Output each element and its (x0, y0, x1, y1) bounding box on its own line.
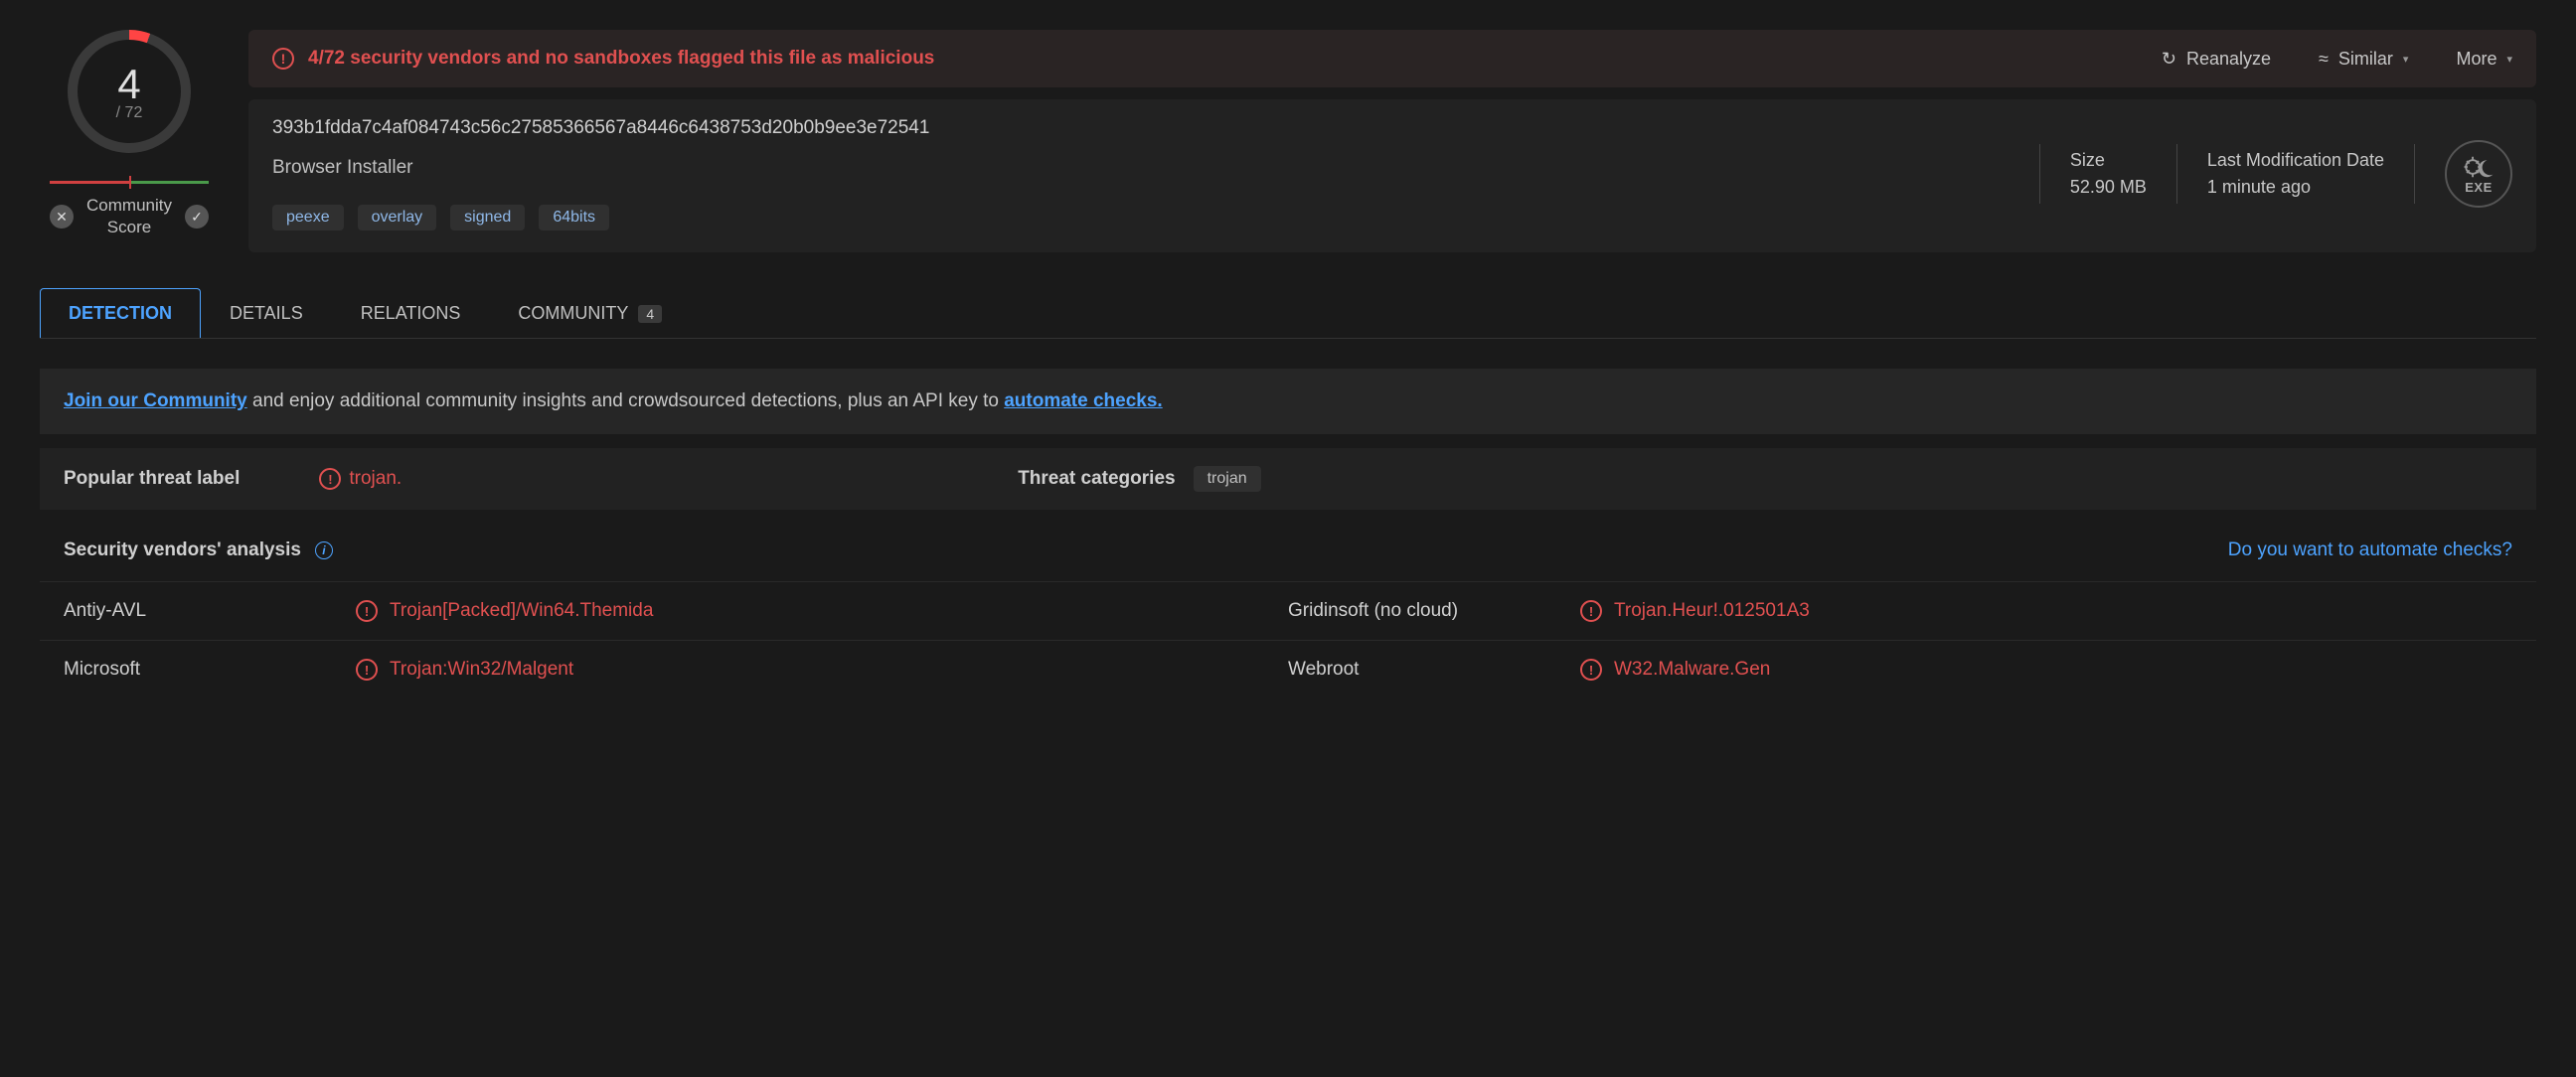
popular-threat-label: Popular threat label (64, 468, 240, 490)
modification-value: 1 minute ago (2207, 177, 2384, 198)
vendor-row: Microsoft !Trojan:Win32/Malgent Webroot … (40, 640, 2536, 698)
detection-name: Trojan:Win32/Malgent (390, 659, 573, 681)
chevron-down-icon: ▾ (2506, 53, 2512, 66)
tab-community[interactable]: COMMUNITY 4 (489, 288, 691, 338)
score-chart: 4 / 72 (68, 30, 191, 153)
alert-icon: ! (356, 659, 378, 681)
reanalyze-button[interactable]: ↻ Reanalyze (2162, 49, 2271, 70)
community-score-label: CommunityScore (86, 195, 172, 238)
popular-threat-value: trojan. (349, 468, 402, 490)
threat-summary: Popular threat label ! trojan. Threat ca… (40, 448, 2536, 510)
refresh-icon: ↻ (2162, 49, 2176, 70)
automate-checks-link[interactable]: Do you want to automate checks? (2228, 539, 2512, 561)
community-promo: Join our Community and enjoy additional … (40, 369, 2536, 434)
gear-moon-icon (2462, 154, 2496, 180)
downvote-button[interactable]: ✕ (50, 205, 74, 229)
analysis-header: Security vendors' analysis i Do you want… (40, 520, 2536, 581)
size-label: Size (2070, 150, 2147, 171)
detection-name: Trojan[Packed]/Win64.Themida (390, 600, 653, 622)
threat-category-chip[interactable]: trojan (1194, 466, 1261, 492)
alert-icon: ! (1580, 659, 1602, 681)
similar-button[interactable]: ≈ Similar ▾ (2319, 49, 2408, 70)
tag-peexe[interactable]: peexe (272, 205, 344, 231)
tabs-bar: DETECTION DETAILS RELATIONS COMMUNITY 4 (40, 288, 2536, 339)
score-column: 4 / 72 ✕ CommunityScore ✓ (40, 30, 219, 252)
tag-64bits[interactable]: 64bits (539, 205, 609, 231)
alert-icon: ! (1580, 600, 1602, 622)
vendor-name: Antiy-AVL (64, 600, 342, 622)
upvote-button[interactable]: ✓ (185, 205, 209, 229)
modification-block: Last Modification Date 1 minute ago (2207, 150, 2384, 198)
vendor-name: Gridinsoft (no cloud) (1288, 600, 1566, 622)
chevron-down-icon: ▾ (2403, 53, 2409, 66)
similar-icon: ≈ (2319, 49, 2329, 70)
exe-label: EXE (2465, 180, 2493, 195)
score-total: / 72 (116, 104, 143, 122)
info-icon[interactable]: i (315, 541, 333, 559)
malicious-banner: ! 4/72 security vendors and no sandboxes… (248, 30, 2536, 87)
tab-detection[interactable]: DETECTION (40, 288, 201, 338)
analysis-title: Security vendors' analysis (64, 539, 301, 561)
size-block: Size 52.90 MB (2070, 150, 2147, 198)
community-score-bar (50, 181, 209, 185)
tab-relations[interactable]: RELATIONS (332, 288, 490, 338)
tag-signed[interactable]: signed (450, 205, 525, 231)
detection-name: W32.Malware.Gen (1614, 659, 1770, 681)
vendor-name: Microsoft (64, 659, 342, 681)
detection-name: Trojan.Heur!.012501A3 (1614, 600, 1810, 622)
threat-categories-label: Threat categories (1018, 468, 1175, 490)
file-tags: peexe overlay signed 64bits (272, 205, 2010, 231)
modification-label: Last Modification Date (2207, 150, 2384, 171)
automate-checks-link[interactable]: automate checks. (1004, 390, 1162, 411)
file-name: Browser Installer (272, 157, 2010, 179)
alert-icon: ! (356, 600, 378, 622)
alert-icon: ! (272, 48, 294, 70)
vendor-name: Webroot (1288, 659, 1566, 681)
score-detected: 4 (117, 61, 140, 108)
file-meta-card: 393b1fdda7c4af084743c56c27585366567a8446… (248, 99, 2536, 252)
alert-icon: ! (319, 468, 341, 490)
more-button[interactable]: More ▾ (2456, 49, 2512, 70)
banner-text: 4/72 security vendors and no sandboxes f… (308, 48, 934, 70)
join-community-link[interactable]: Join our Community (64, 390, 247, 411)
tag-overlay[interactable]: overlay (358, 205, 437, 231)
community-count-badge: 4 (638, 305, 662, 323)
size-value: 52.90 MB (2070, 177, 2147, 198)
tab-details[interactable]: DETAILS (201, 288, 332, 338)
exe-file-icon: EXE (2445, 140, 2512, 208)
vendor-row: Antiy-AVL !Trojan[Packed]/Win64.Themida … (40, 581, 2536, 640)
file-hash: 393b1fdda7c4af084743c56c27585366567a8446… (272, 117, 2010, 139)
